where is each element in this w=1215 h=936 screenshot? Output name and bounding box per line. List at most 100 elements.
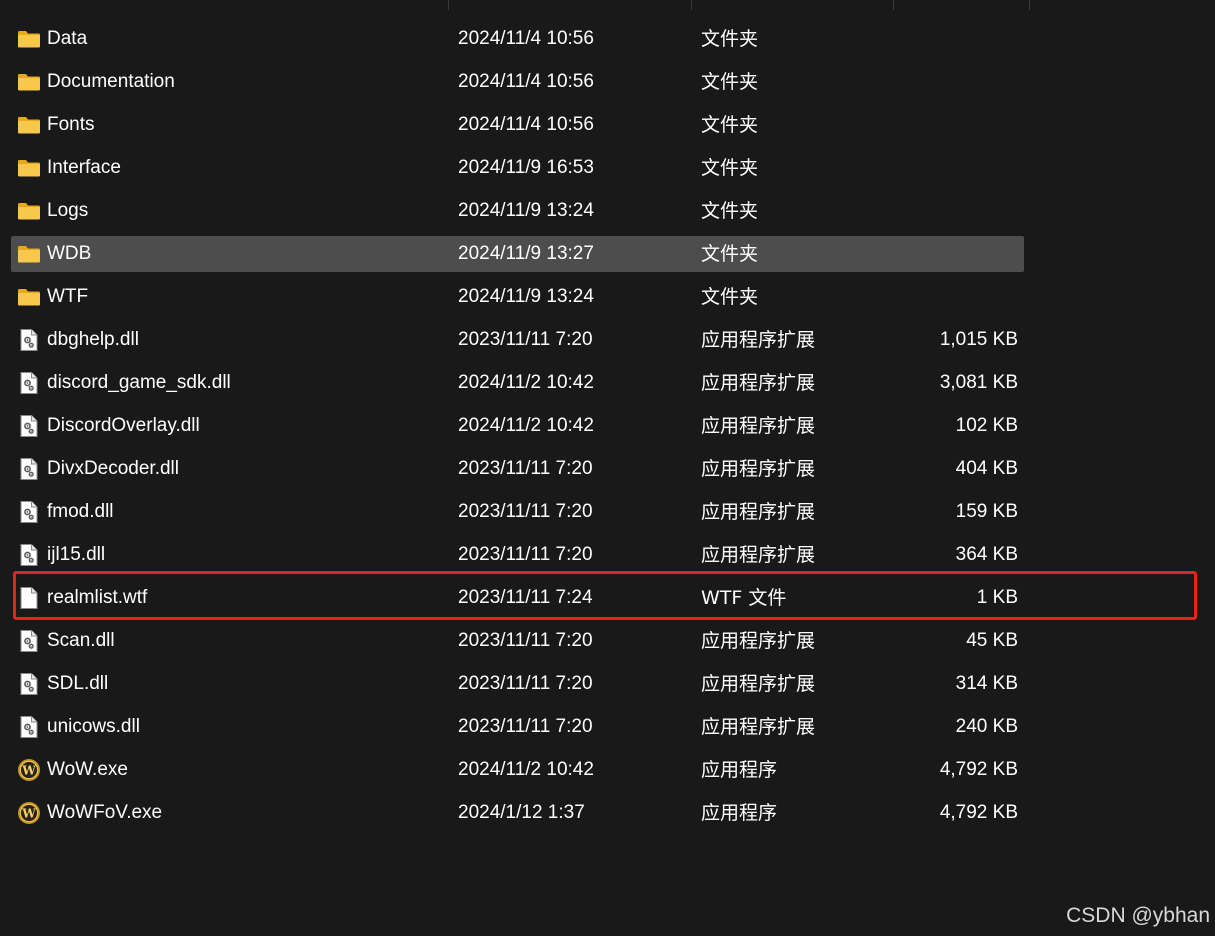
file-size: 404 KB	[955, 458, 1018, 479]
folder-icon	[17, 70, 41, 94]
folder-icon	[17, 285, 41, 309]
file-row[interactable]: discord_game_sdk.dll 2024/11/2 10:42 应用程序扩…	[0, 361, 1215, 404]
dll-file-icon	[17, 414, 41, 438]
file-name: Data	[47, 28, 88, 49]
file-date: 2024/11/9 13:24	[458, 200, 594, 221]
file-size: 1,015 KB	[939, 329, 1018, 350]
file-row[interactable]: W WoWFoV.exe 2024/1/12 1:37 应用程序 4,792 KB	[0, 791, 1215, 834]
file-row[interactable]: dbghelp.dll 2023/11/11 7:20 应用程序扩展 1,015 KB	[0, 318, 1215, 361]
file-row[interactable]: Interface 2024/11/9 16:53 文件夹	[0, 146, 1215, 189]
file-date: 2024/11/2 10:42	[458, 759, 594, 780]
file-date: 2023/11/11 7:20	[458, 630, 593, 651]
file-date: 2024/11/9 16:53	[458, 157, 594, 178]
file-name: WTF	[47, 286, 89, 307]
dll-file-icon	[17, 457, 41, 481]
file-row[interactable]: fmod.dll 2023/11/11 7:20 应用程序扩展 159 KB	[0, 490, 1215, 533]
file-size: 314 KB	[955, 673, 1018, 694]
file-row[interactable]: unicows.dll 2023/11/11 7:20 应用程序扩展 240 KB	[0, 705, 1215, 748]
file-type: 应用程序	[701, 802, 778, 824]
dll-file-icon	[17, 543, 41, 567]
file-row[interactable]: Documentation 2024/11/4 10:56 文件夹	[0, 60, 1215, 103]
file-row[interactable]: DiscordOverlay.dll 2024/11/2 10:42 应用程序扩展 1…	[0, 404, 1215, 447]
file-type: 应用程序扩展	[701, 673, 816, 695]
file-row[interactable]: WTF 2024/11/9 13:24 文件夹	[0, 275, 1215, 318]
file-date: 2024/11/4 10:56	[458, 114, 594, 135]
file-date: 2024/1/12 1:37	[458, 802, 585, 823]
file-date: 2024/11/2 10:42	[458, 415, 594, 436]
folder-icon	[17, 156, 41, 180]
file-name: Interface	[47, 157, 121, 178]
file-size: 4,792 KB	[939, 759, 1018, 780]
file-date: 2024/11/4 10:56	[458, 28, 594, 49]
file-size: 4,792 KB	[939, 802, 1018, 823]
watermark: CSDN @ybhan	[1066, 904, 1210, 927]
file-size: 364 KB	[955, 544, 1018, 565]
file-name: Documentation	[47, 71, 175, 92]
file-size: 102 KB	[955, 415, 1018, 436]
file-row[interactable]: Logs 2024/11/9 13:24 文件夹	[0, 189, 1215, 232]
file-date: 2023/11/11 7:20	[458, 458, 593, 479]
file-type: 应用程序扩展	[701, 329, 816, 351]
file-list: Data 2024/11/4 10:56 文件夹 Documentation 2024…	[0, 17, 1215, 834]
file-date: 2023/11/11 7:20	[458, 329, 593, 350]
folder-icon	[17, 199, 41, 223]
file-row[interactable]: ijl15.dll 2023/11/11 7:20 应用程序扩展 364 KB	[0, 533, 1215, 576]
svg-text:W: W	[21, 806, 36, 820]
file-type: 应用程序扩展	[701, 458, 816, 480]
file-size: 159 KB	[955, 501, 1018, 522]
file-type: 应用程序扩展	[701, 630, 816, 652]
file-type: 应用程序扩展	[701, 415, 816, 437]
file-row[interactable]: Data 2024/11/4 10:56 文件夹	[0, 17, 1215, 60]
dll-file-icon	[17, 715, 41, 739]
folder-icon	[17, 242, 41, 266]
file-type: 文件夹	[701, 157, 759, 179]
column-separator-date-type[interactable]	[691, 0, 692, 10]
file-name: DivxDecoder.dll	[47, 458, 179, 479]
file-type: 文件夹	[701, 28, 759, 50]
folder-icon	[17, 27, 41, 51]
column-separator-type-size[interactable]	[893, 0, 894, 10]
file-date: 2024/11/9 13:27	[458, 243, 594, 264]
file-date: 2023/11/11 7:20	[458, 673, 593, 694]
file-row[interactable]: Scan.dll 2023/11/11 7:20 应用程序扩展 45 KB	[0, 619, 1215, 662]
file-name: unicows.dll	[47, 716, 140, 737]
file-type: 文件夹	[701, 243, 759, 265]
svg-text:W: W	[21, 763, 36, 777]
file-name: WoW.exe	[47, 759, 128, 780]
file-date: 2023/11/11 7:20	[458, 716, 593, 737]
dll-file-icon	[17, 500, 41, 524]
dll-file-icon	[17, 371, 41, 395]
file-row-selected[interactable]: WDB 2024/11/9 13:27 文件夹	[0, 232, 1215, 275]
wow-app-icon: W	[17, 758, 41, 782]
file-name: fmod.dll	[47, 501, 114, 522]
file-type: 应用程序扩展	[701, 544, 816, 566]
file-size: 3,081 KB	[939, 372, 1018, 393]
file-size: 240 KB	[955, 716, 1018, 737]
wow-app-icon: W	[17, 801, 41, 825]
file-date: 2024/11/2 10:42	[458, 372, 594, 393]
file-name: WDB	[47, 243, 92, 264]
file-date: 2024/11/4 10:56	[458, 71, 594, 92]
file-date: 2023/11/11 7:20	[458, 544, 593, 565]
column-separator-size-end[interactable]	[1029, 0, 1030, 10]
file-name: WoWFoV.exe	[47, 802, 163, 823]
file-name: Scan.dll	[47, 630, 115, 651]
file-name: SDL.dll	[47, 673, 109, 694]
file-type: 文件夹	[701, 114, 759, 136]
file-name: Logs	[47, 200, 89, 221]
column-separator-name-date[interactable]	[448, 0, 449, 10]
red-highlight-box	[13, 571, 1197, 620]
file-date: 2023/11/11 7:20	[458, 501, 593, 522]
file-name: dbghelp.dll	[47, 329, 139, 350]
file-name: DiscordOverlay.dll	[47, 415, 200, 436]
file-row[interactable]: Fonts 2024/11/4 10:56 文件夹	[0, 103, 1215, 146]
file-size: 45 KB	[966, 630, 1018, 651]
file-name: Fonts	[47, 114, 95, 135]
dll-file-icon	[17, 629, 41, 653]
file-row[interactable]: W WoW.exe 2024/11/2 10:42 应用程序 4,792 KB	[0, 748, 1215, 791]
file-type: 文件夹	[701, 286, 759, 308]
file-row[interactable]: SDL.dll 2023/11/11 7:20 应用程序扩展 314 KB	[0, 662, 1215, 705]
file-name: ijl15.dll	[47, 544, 106, 565]
file-row[interactable]: DivxDecoder.dll 2023/11/11 7:20 应用程序扩展 404 …	[0, 447, 1215, 490]
file-name: discord_game_sdk.dll	[47, 372, 231, 393]
